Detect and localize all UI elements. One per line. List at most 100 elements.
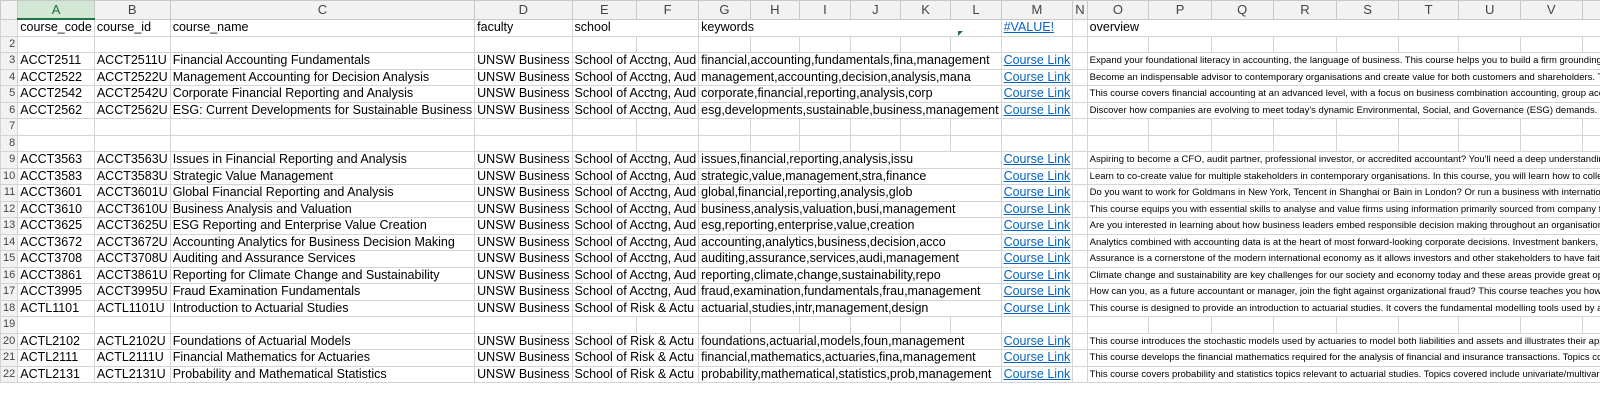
course-link[interactable]: Course Link bbox=[1000, 167, 1074, 185]
empty-cell[interactable] bbox=[1210, 134, 1274, 152]
cell-course-id[interactable]: ACCT2522U bbox=[93, 68, 171, 86]
cell-overview[interactable]: This course covers financial accounting … bbox=[1086, 85, 1600, 103]
empty-cell[interactable] bbox=[1072, 316, 1088, 334]
empty-cell[interactable] bbox=[1072, 68, 1088, 86]
cell-keywords[interactable]: reporting,climate,change,sustainability,… bbox=[698, 266, 1002, 284]
cell-keywords[interactable]: probability,mathematical,statistics,prob… bbox=[698, 365, 1002, 383]
cell-course-code[interactable]: ACCT2562 bbox=[17, 101, 95, 119]
empty-cell[interactable] bbox=[1000, 134, 1074, 152]
column-header-g[interactable]: G bbox=[698, 0, 751, 20]
cell-faculty[interactable]: UNSW Business bbox=[474, 365, 573, 383]
cell-faculty[interactable]: UNSW Business bbox=[474, 184, 573, 202]
cell-faculty[interactable]: UNSW Business bbox=[474, 167, 573, 185]
course-link[interactable]: Course Link bbox=[1000, 299, 1074, 317]
row-number[interactable]: 8 bbox=[0, 134, 19, 152]
empty-cell[interactable] bbox=[849, 118, 901, 136]
course-link[interactable]: Course Link bbox=[1000, 85, 1074, 103]
cell-keywords[interactable]: global,financial,reporting,analysis,glob bbox=[698, 184, 1002, 202]
cell-course-id[interactable]: ACTL1101U bbox=[93, 299, 171, 317]
empty-cell[interactable] bbox=[1072, 118, 1088, 136]
cell-keywords[interactable]: management,accounting,decision,analysis,… bbox=[698, 68, 1002, 86]
course-link[interactable]: Course Link bbox=[1000, 101, 1074, 119]
empty-cell[interactable] bbox=[474, 134, 573, 152]
empty-cell[interactable] bbox=[169, 316, 476, 334]
column-header-w[interactable]: W bbox=[1581, 0, 1600, 20]
empty-cell[interactable] bbox=[1336, 118, 1399, 136]
cell-course-id[interactable]: ACCT3861U bbox=[93, 266, 171, 284]
row-number[interactable]: 7 bbox=[0, 118, 19, 136]
column-header-o[interactable]: O bbox=[1086, 0, 1150, 20]
cell-faculty[interactable]: UNSW Business bbox=[474, 283, 573, 301]
row-number[interactable]: 20 bbox=[0, 332, 19, 350]
empty-cell[interactable] bbox=[950, 134, 1002, 152]
empty-cell[interactable] bbox=[1519, 316, 1583, 334]
column-header-b[interactable]: B bbox=[93, 0, 171, 20]
row-number[interactable]: 9 bbox=[0, 151, 19, 169]
cell-overview[interactable]: This course covers probability and stati… bbox=[1086, 365, 1600, 383]
empty-cell[interactable] bbox=[1072, 134, 1088, 152]
column-header-l[interactable]: L bbox=[950, 0, 1002, 20]
cell-course-code[interactable]: ACCT3672 bbox=[17, 233, 95, 251]
cell-course-code[interactable]: ACCT2542 bbox=[17, 85, 95, 103]
empty-cell[interactable] bbox=[1272, 118, 1338, 136]
course-link[interactable]: Course Link bbox=[1000, 52, 1074, 70]
cell-faculty[interactable]: UNSW Business bbox=[474, 349, 573, 367]
cell-course-id[interactable]: ACCT3610U bbox=[93, 200, 171, 218]
empty-cell[interactable] bbox=[169, 35, 476, 53]
cell-course-id[interactable]: ACCT3995U bbox=[93, 283, 171, 301]
cell-overview[interactable]: Are you interested in learning about how… bbox=[1086, 217, 1600, 235]
empty-cell[interactable] bbox=[1148, 134, 1212, 152]
cell-school[interactable]: School of Acctng, Aud bbox=[571, 250, 700, 268]
cell-school[interactable]: School of Acctng, Aud bbox=[571, 52, 700, 70]
cell-school[interactable]: School of Risk & Actu bbox=[571, 365, 700, 383]
cell-overview[interactable]: Become an indispensable advisor to conte… bbox=[1086, 68, 1600, 86]
empty-cell[interactable] bbox=[1210, 118, 1274, 136]
empty-cell[interactable] bbox=[849, 35, 901, 53]
cell-course-code[interactable]: ACCT2522 bbox=[17, 68, 95, 86]
header-course-code[interactable]: course_code bbox=[17, 18, 95, 37]
empty-cell[interactable] bbox=[1397, 118, 1460, 136]
empty-cell[interactable] bbox=[799, 134, 851, 152]
row-number[interactable]: 15 bbox=[0, 250, 19, 268]
row-number[interactable]: 21 bbox=[0, 349, 19, 367]
empty-cell[interactable] bbox=[17, 134, 95, 152]
course-link[interactable]: Course Link bbox=[1000, 217, 1074, 235]
empty-cell[interactable] bbox=[93, 134, 171, 152]
cell-keywords[interactable]: financial,mathematics,actuaries,fina,man… bbox=[698, 349, 1002, 367]
cell-course-name[interactable]: Business Analysis and Valuation bbox=[169, 200, 476, 218]
cell-overview[interactable]: How can you, as a future accountant or m… bbox=[1086, 283, 1600, 301]
cell-school[interactable]: School of Acctng, Aud bbox=[571, 200, 700, 218]
cell-course-code[interactable]: ACTL1101 bbox=[17, 299, 95, 317]
cell-course-id[interactable]: ACTL2131U bbox=[93, 365, 171, 383]
empty-cell[interactable] bbox=[1272, 316, 1338, 334]
header-course-id[interactable]: course_id bbox=[93, 18, 171, 37]
empty-cell[interactable] bbox=[1072, 365, 1088, 383]
empty-cell[interactable] bbox=[17, 118, 95, 136]
cell-course-code[interactable]: ACCT3995 bbox=[17, 283, 95, 301]
empty-cell[interactable] bbox=[17, 316, 95, 334]
cell-course-name[interactable]: Introduction to Actuarial Studies bbox=[169, 299, 476, 317]
empty-cell[interactable] bbox=[1210, 316, 1274, 334]
cell-school[interactable]: School of Acctng, Aud bbox=[571, 184, 700, 202]
row-number[interactable]: 6 bbox=[0, 101, 19, 119]
empty-cell[interactable] bbox=[698, 134, 751, 152]
empty-cell[interactable] bbox=[899, 134, 952, 152]
column-header-j[interactable]: J bbox=[849, 0, 901, 20]
empty-cell[interactable] bbox=[571, 316, 638, 334]
empty-cell[interactable] bbox=[950, 118, 1002, 136]
cell-overview[interactable]: This course is designed to provide an in… bbox=[1086, 299, 1600, 317]
cell-course-id[interactable]: ACCT3708U bbox=[93, 250, 171, 268]
cell-overview[interactable]: Do you want to work for Goldmans in New … bbox=[1086, 184, 1600, 202]
empty-cell[interactable] bbox=[93, 118, 171, 136]
cell-course-id[interactable]: ACCT3601U bbox=[93, 184, 171, 202]
empty-cell[interactable] bbox=[1148, 316, 1212, 334]
cell-overview[interactable]: Aspiring to become a CFO, audit partner,… bbox=[1086, 151, 1600, 169]
empty-cell[interactable] bbox=[1072, 85, 1088, 103]
empty-cell[interactable] bbox=[1581, 118, 1600, 136]
empty-cell[interactable] bbox=[1397, 134, 1460, 152]
empty-cell[interactable] bbox=[1458, 134, 1521, 152]
cell-keywords[interactable]: foundations,actuarial,models,foun,manage… bbox=[698, 332, 1002, 350]
empty-cell[interactable] bbox=[1072, 250, 1088, 268]
empty-cell[interactable] bbox=[698, 35, 751, 53]
cell-keywords[interactable]: accounting,analytics,business,decision,a… bbox=[698, 233, 1002, 251]
